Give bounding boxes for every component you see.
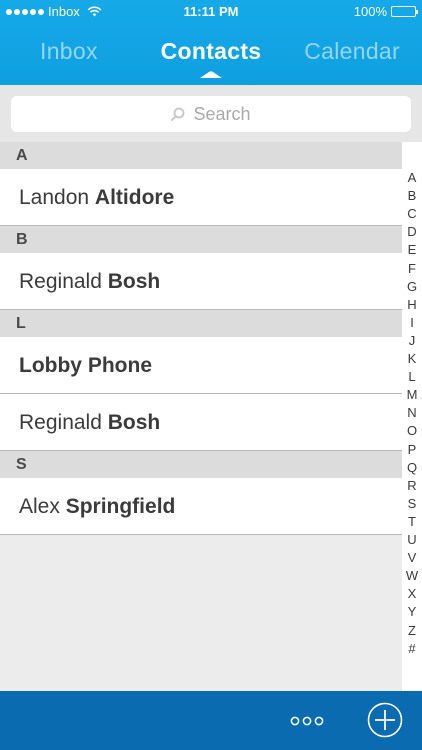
index-letter[interactable]: S (402, 495, 422, 513)
index-letter[interactable]: Z (402, 622, 422, 640)
search-placeholder: Search (193, 103, 251, 124)
index-letter[interactable]: V (402, 549, 422, 567)
index-letter[interactable]: Y (402, 603, 422, 621)
battery-percent: 100% (353, 4, 387, 19)
tab-contacts-label[interactable]: Contacts (161, 38, 262, 64)
index-letter[interactable]: G (402, 278, 422, 296)
index-letter[interactable]: X (402, 585, 422, 603)
contact-row[interactable]: Alex Springfield (0, 478, 402, 535)
index-letter[interactable]: B (402, 187, 422, 205)
contact-row[interactable]: Lobby Phone (0, 337, 402, 394)
index-letter[interactable]: # (402, 640, 422, 658)
index-letter[interactable]: H (402, 296, 422, 314)
section-header-a: A (0, 142, 402, 169)
search-area: Search (0, 85, 422, 142)
index-letter[interactable]: W (402, 567, 422, 585)
index-letter[interactable]: T (402, 513, 422, 531)
index-letter[interactable]: L (402, 368, 422, 386)
contact-first-name: Alex (19, 495, 66, 518)
index-letter[interactable]: Q (402, 459, 422, 477)
index-letter[interactable]: F (402, 260, 422, 278)
contact-full-name: Lobby Phone (19, 354, 152, 377)
add-contact-icon[interactable] (367, 702, 403, 738)
contact-last-name: Altidore (94, 186, 175, 209)
section-header-b: B (0, 226, 402, 253)
active-tab-indicator-icon (200, 71, 222, 78)
section-header-s: S (0, 451, 402, 478)
battery-icon (391, 6, 418, 17)
app-header: Inbox 11:11 PM 100% Inbox Contacts Calen… (0, 0, 422, 85)
bottom-toolbar (0, 691, 422, 750)
status-right: 100% (353, 4, 418, 19)
index-letter[interactable]: N (402, 404, 422, 422)
index-letter[interactable]: U (402, 531, 422, 549)
index-letter[interactable]: I (402, 314, 422, 332)
index-letter[interactable]: E (402, 241, 422, 259)
tab-inbox[interactable]: Inbox (40, 38, 98, 65)
status-bar: Inbox 11:11 PM 100% (0, 0, 422, 22)
index-letter[interactable]: J (402, 332, 422, 350)
section-header-l: L (0, 310, 402, 337)
more-icon[interactable] (290, 711, 324, 731)
contacts-list: A Landon Altidore B Reginald Bosh L Lobb… (0, 142, 402, 535)
contact-first-name: Reginald (19, 270, 108, 293)
index-letter[interactable]: M (402, 386, 422, 404)
contact-last-name: Bosh (107, 411, 161, 434)
contact-row[interactable]: Landon Altidore (0, 169, 402, 226)
search-input[interactable]: Search (11, 96, 411, 132)
alphabet-index[interactable]: A B C D E F G H I J K L M N O P Q R S T U V W X Y Z # (402, 142, 422, 691)
contact-row[interactable]: Reginald Bosh (0, 253, 402, 310)
contact-first-name: Landon (19, 186, 95, 209)
contact-last-name: Bosh (107, 270, 161, 293)
index-letter[interactable]: R (402, 477, 422, 495)
contact-row[interactable]: Reginald Bosh (0, 394, 402, 451)
index-letter[interactable]: D (402, 223, 422, 241)
contact-first-name: Reginald (19, 411, 108, 434)
index-letter[interactable]: A (402, 169, 422, 187)
contact-last-name: Springfield (65, 495, 176, 518)
index-letter[interactable]: P (402, 441, 422, 459)
tab-calendar[interactable]: Calendar (304, 38, 400, 65)
search-icon (171, 107, 185, 121)
tab-bar: Inbox Contacts Calendar (0, 30, 422, 80)
index-letter[interactable]: C (402, 205, 422, 223)
index-letter[interactable]: K (402, 350, 422, 368)
index-letter[interactable]: O (402, 422, 422, 440)
